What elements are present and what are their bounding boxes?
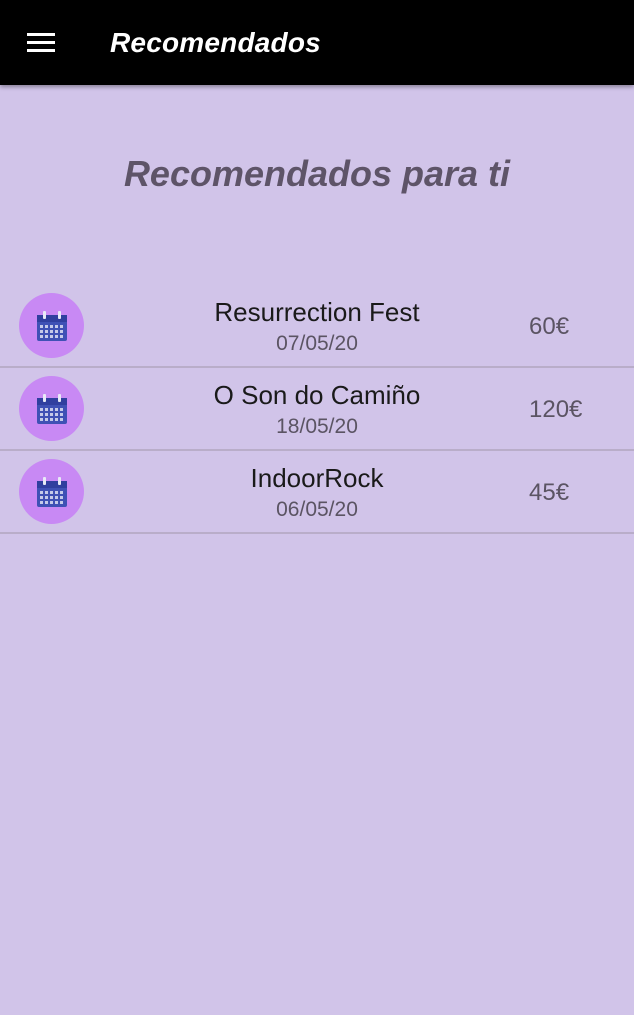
event-list: Resurrection Fest 07/05/20 60€ O Son do …: [0, 285, 634, 534]
event-list-item[interactable]: IndoorRock 06/05/20 45€: [0, 451, 634, 534]
event-list-item[interactable]: Resurrection Fest 07/05/20 60€: [0, 285, 634, 368]
app-bar-title: Recomendados: [110, 27, 321, 58]
event-price: 60€: [529, 313, 570, 340]
section-heading: Recomendados para ti: [123, 153, 511, 194]
event-list-item[interactable]: O Son do Camiño 18/05/20 120€: [0, 368, 634, 451]
event-price: 45€: [529, 479, 570, 506]
event-price: 120€: [529, 396, 583, 423]
app-bar: Recomendados: [0, 0, 634, 85]
hamburger-menu-icon: [27, 33, 55, 52]
menu-button[interactable]: [18, 22, 64, 62]
